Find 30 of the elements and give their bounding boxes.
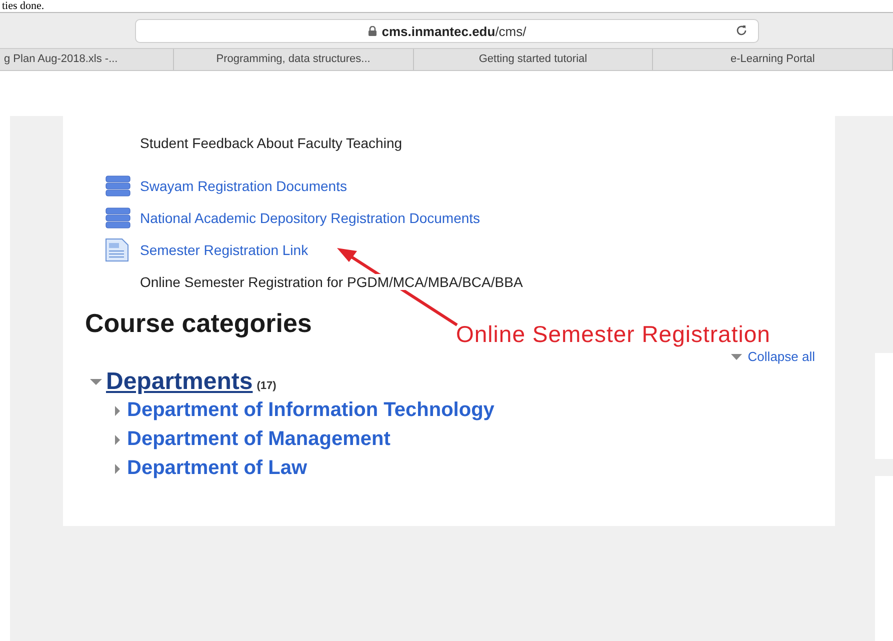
category-link[interactable]: Department of Information Technology <box>127 399 494 422</box>
course-count: (17) <box>256 380 276 392</box>
caret-right-icon[interactable] <box>113 404 123 416</box>
section-heading: Course categories <box>85 308 312 339</box>
caret-down-icon[interactable] <box>90 376 102 388</box>
caret-right-icon[interactable] <box>113 462 123 474</box>
reload-icon[interactable] <box>735 24 748 37</box>
address-bar[interactable]: cms.inmantec.edu/cms/ <box>135 19 759 43</box>
stack-icon <box>105 207 131 229</box>
annotation-text: Online Semester Registration <box>456 322 770 347</box>
browser-tab[interactable]: e-Learning Portal <box>653 49 893 70</box>
browser-tab[interactable]: Getting started tutorial <box>414 49 654 70</box>
url-text: cms.inmantec.edu/cms/ <box>382 24 526 38</box>
activity-description: Online Semester Registration for PGDM/MCA/MBA/BCA/BBA <box>140 274 523 290</box>
category-link[interactable]: Department of Management <box>127 428 390 451</box>
stack-icon <box>105 175 131 197</box>
document-icon <box>105 238 129 262</box>
activity-description: Student Feedback About Faculty Teaching <box>140 135 402 151</box>
lock-icon <box>368 26 377 36</box>
collapse-all-link[interactable]: Collapse all <box>730 349 815 364</box>
category-link[interactable]: Department of Law <box>127 457 308 480</box>
activity-link[interactable]: Swayam Registration Documents <box>140 178 347 194</box>
document-text: ties done. <box>1 0 44 12</box>
caret-down-icon <box>730 354 742 360</box>
browser-tab[interactable]: Programming, data structures... <box>174 49 414 70</box>
caret-right-icon[interactable] <box>113 434 123 446</box>
activity-link[interactable]: National Academic Depository Registration Documents <box>140 210 480 226</box>
activity-link[interactable]: Semester Registration Link <box>140 242 308 258</box>
browser-tab[interactable]: g Plan Aug-2018.xls -... <box>0 49 174 70</box>
category-link[interactable]: Departments <box>106 368 253 396</box>
